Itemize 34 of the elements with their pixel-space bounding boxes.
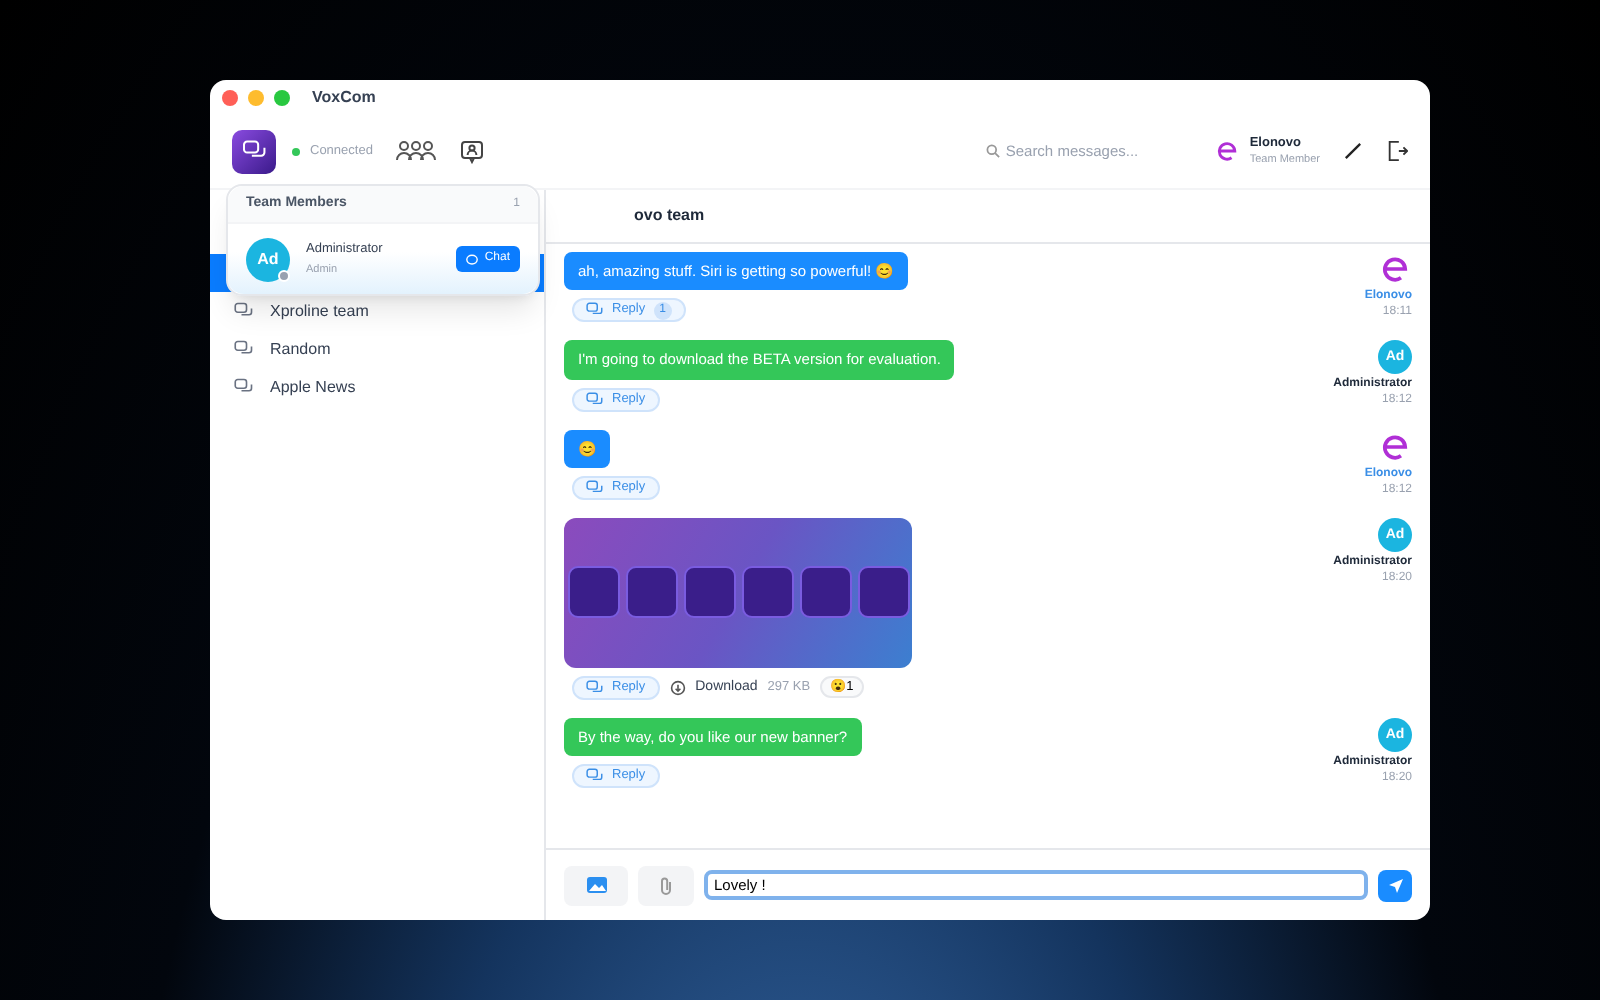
logout-icon[interactable]	[1386, 140, 1408, 162]
chat-bubble-icon	[466, 253, 479, 265]
close-button[interactable]	[222, 89, 238, 105]
channel-item[interactable]: Random	[210, 330, 544, 368]
team-members-icon[interactable]	[396, 140, 437, 162]
chat-icon	[234, 340, 254, 358]
reply-icon	[586, 768, 604, 784]
reply-icon	[586, 302, 604, 319]
chat-icon	[241, 140, 267, 162]
e-logo-icon	[1213, 138, 1240, 164]
chat-icon	[234, 378, 254, 396]
image-button[interactable]	[564, 865, 628, 905]
send-icon	[1387, 877, 1403, 893]
reply-icon	[586, 391, 604, 407]
pencil-icon[interactable]	[1344, 142, 1362, 160]
window-title: VoxCom	[312, 85, 376, 109]
e-logo-icon	[1378, 252, 1412, 286]
channel-item[interactable]: Xproline team	[210, 292, 544, 330]
download-icon	[669, 679, 686, 696]
image-icon	[585, 876, 607, 894]
channel-item[interactable]: Apple News	[210, 368, 544, 406]
e-logo-icon	[1378, 429, 1412, 463]
reply-icon	[586, 679, 604, 696]
contact-card-icon[interactable]	[460, 139, 485, 163]
reply-icon	[586, 479, 604, 496]
avatar: Ad	[246, 237, 290, 281]
zoom-button[interactable]	[274, 89, 290, 105]
send-button[interactable]	[1378, 869, 1412, 901]
channel-title: ovo team	[634, 204, 705, 228]
search-icon	[985, 144, 1000, 158]
attach-button[interactable]	[638, 865, 694, 905]
paperclip-icon	[658, 875, 674, 895]
minimize-button[interactable]	[248, 89, 264, 105]
chat-icon	[234, 302, 254, 320]
